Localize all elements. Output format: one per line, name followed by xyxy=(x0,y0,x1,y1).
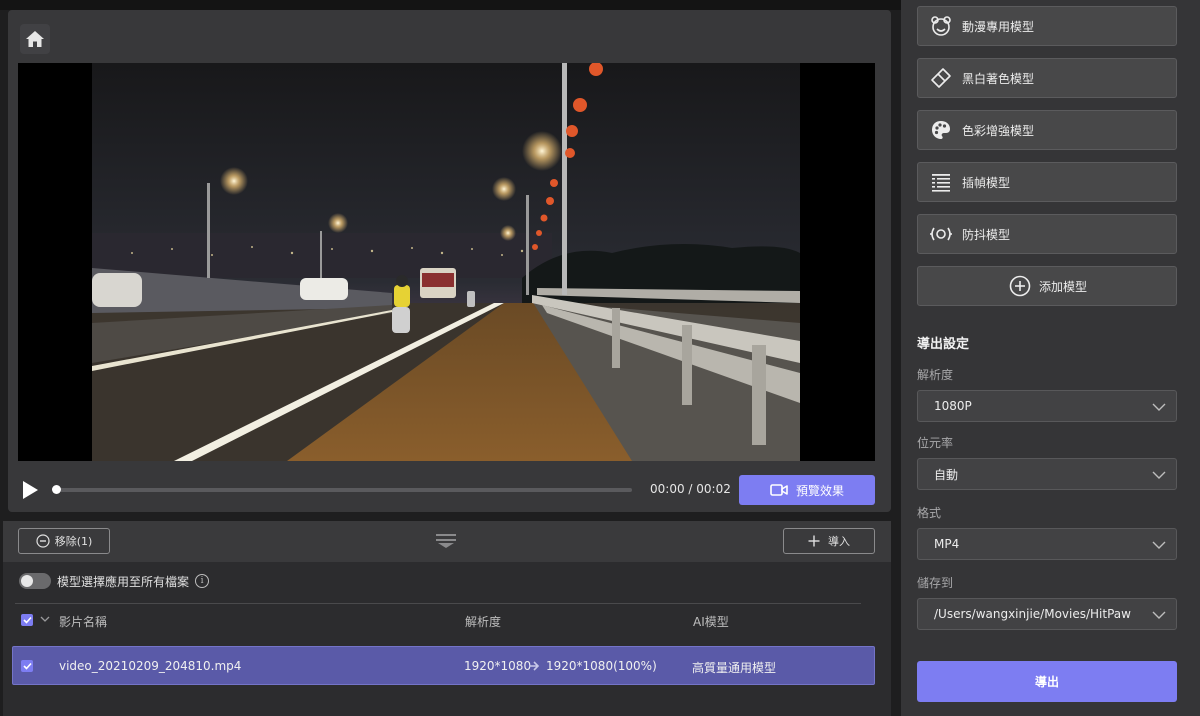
apply-all-toggle[interactable] xyxy=(19,573,51,589)
ai-model-value: 高質量通用模型 xyxy=(692,661,777,675)
table-header: 影片名稱 解析度 AI模型 xyxy=(15,611,861,631)
plus-icon xyxy=(808,535,820,547)
add-model-label: 添加模型 xyxy=(1038,279,1087,294)
remove-label: 移除(1) xyxy=(54,535,93,548)
bitrate-value: 自動 xyxy=(934,467,959,482)
row-checkbox[interactable] xyxy=(21,660,33,672)
chevron-down-icon xyxy=(1152,611,1166,619)
stabilize-icon xyxy=(930,227,952,241)
progress-bar[interactable] xyxy=(52,485,632,494)
model-interpolation-label: 插幀模型 xyxy=(962,175,1011,190)
save-to-label: 儲存到 xyxy=(917,576,954,590)
check-icon xyxy=(22,616,32,624)
video-camera-icon xyxy=(770,484,788,496)
settings-sidebar: 動漫專用模型 黑白著色模型 色彩增強模型 插幀模型 防抖模型 添加模型 導出設定… xyxy=(901,0,1200,716)
collapse-icon[interactable] xyxy=(435,532,457,550)
import-button[interactable]: 導入 xyxy=(783,528,875,554)
video-frame xyxy=(92,63,800,461)
bitrate-label: 位元率 xyxy=(917,436,954,450)
save-path-value: /Users/wangxinjie/Movies/HitPaw xyxy=(934,607,1131,621)
preview-effect-button[interactable]: 預覽效果 xyxy=(739,475,875,505)
time-display: 00:00 / 00:02 xyxy=(650,482,731,496)
import-label: 導入 xyxy=(828,535,850,548)
apply-all-row: 模型選擇應用至所有檔案 i xyxy=(19,572,210,590)
check-icon xyxy=(22,662,32,670)
export-button[interactable]: 導出 xyxy=(917,661,1177,702)
resolution-value: 1080P xyxy=(934,399,972,413)
home-icon xyxy=(26,31,44,47)
save-to-select[interactable]: /Users/wangxinjie/Movies/HitPaw xyxy=(917,598,1177,630)
export-settings-title: 導出設定 xyxy=(917,337,970,352)
chevron-down-icon xyxy=(1152,541,1166,549)
plus-circle-icon xyxy=(1009,275,1031,297)
chevron-down-icon xyxy=(1152,471,1166,479)
arrow-right-icon xyxy=(529,661,540,671)
add-model-button[interactable]: 添加模型 xyxy=(917,266,1177,306)
file-panel: 移除(1) 導入 模型選擇應用至所有檔案 i 影片名稱 解析度 AI模型 vid… xyxy=(3,521,891,716)
apply-all-label: 模型選擇應用至所有檔案 xyxy=(57,574,190,589)
resolution-label: 解析度 xyxy=(917,368,954,382)
eraser-icon xyxy=(931,68,951,88)
table-row[interactable]: video_20210209_204810.mp4 1920*1080 1920… xyxy=(12,646,875,685)
select-all-checkbox[interactable] xyxy=(21,614,33,626)
model-color-enhance-label: 色彩增強模型 xyxy=(962,123,1035,138)
minus-circle-icon xyxy=(36,534,50,548)
model-anime-label: 動漫專用模型 xyxy=(962,19,1035,34)
format-value: MP4 xyxy=(934,537,960,551)
model-colorize-label: 黑白著色模型 xyxy=(962,71,1035,86)
col-resolution-header: 解析度 xyxy=(465,615,502,629)
model-interpolation-button[interactable]: 插幀模型 xyxy=(917,162,1177,202)
col-name-header: 影片名稱 xyxy=(59,615,108,629)
file-toolbar: 移除(1) 導入 xyxy=(3,521,891,562)
player-controls: 00:00 / 00:02 預覽效果 xyxy=(18,472,875,506)
format-label: 格式 xyxy=(917,506,942,520)
resolution-to: 1920*1080(100%) xyxy=(546,659,657,673)
progress-knob[interactable] xyxy=(52,485,61,494)
bitrate-select[interactable]: 自動 xyxy=(917,458,1177,490)
info-icon[interactable]: i xyxy=(195,574,210,588)
col-model-header: AI模型 xyxy=(693,615,729,629)
format-select[interactable]: MP4 xyxy=(917,528,1177,560)
table-divider xyxy=(15,603,861,604)
anime-bear-icon xyxy=(931,16,951,36)
frame-list-icon xyxy=(932,174,950,192)
palette-icon xyxy=(932,121,950,139)
model-colorize-button[interactable]: 黑白著色模型 xyxy=(917,58,1177,98)
resolution-select[interactable]: 1080P xyxy=(917,390,1177,422)
export-label: 導出 xyxy=(1034,675,1059,689)
model-stabilize-button[interactable]: 防抖模型 xyxy=(917,214,1177,254)
home-button[interactable] xyxy=(20,24,50,54)
model-anime-button[interactable]: 動漫專用模型 xyxy=(917,6,1177,46)
toggle-knob xyxy=(21,575,33,587)
play-icon[interactable] xyxy=(20,480,40,500)
preview-panel: 00:00 / 00:02 預覽效果 xyxy=(8,10,891,512)
chevron-down-icon[interactable] xyxy=(40,616,50,623)
resolution-from: 1920*1080 xyxy=(464,659,532,673)
remove-button[interactable]: 移除(1) xyxy=(18,528,110,554)
file-name: video_20210209_204810.mp4 xyxy=(59,659,242,673)
model-stabilize-label: 防抖模型 xyxy=(962,227,1011,242)
chevron-down-icon xyxy=(1152,403,1166,411)
video-player[interactable] xyxy=(18,63,875,461)
preview-effect-label: 預覽效果 xyxy=(795,483,844,498)
model-color-enhance-button[interactable]: 色彩增強模型 xyxy=(917,110,1177,150)
